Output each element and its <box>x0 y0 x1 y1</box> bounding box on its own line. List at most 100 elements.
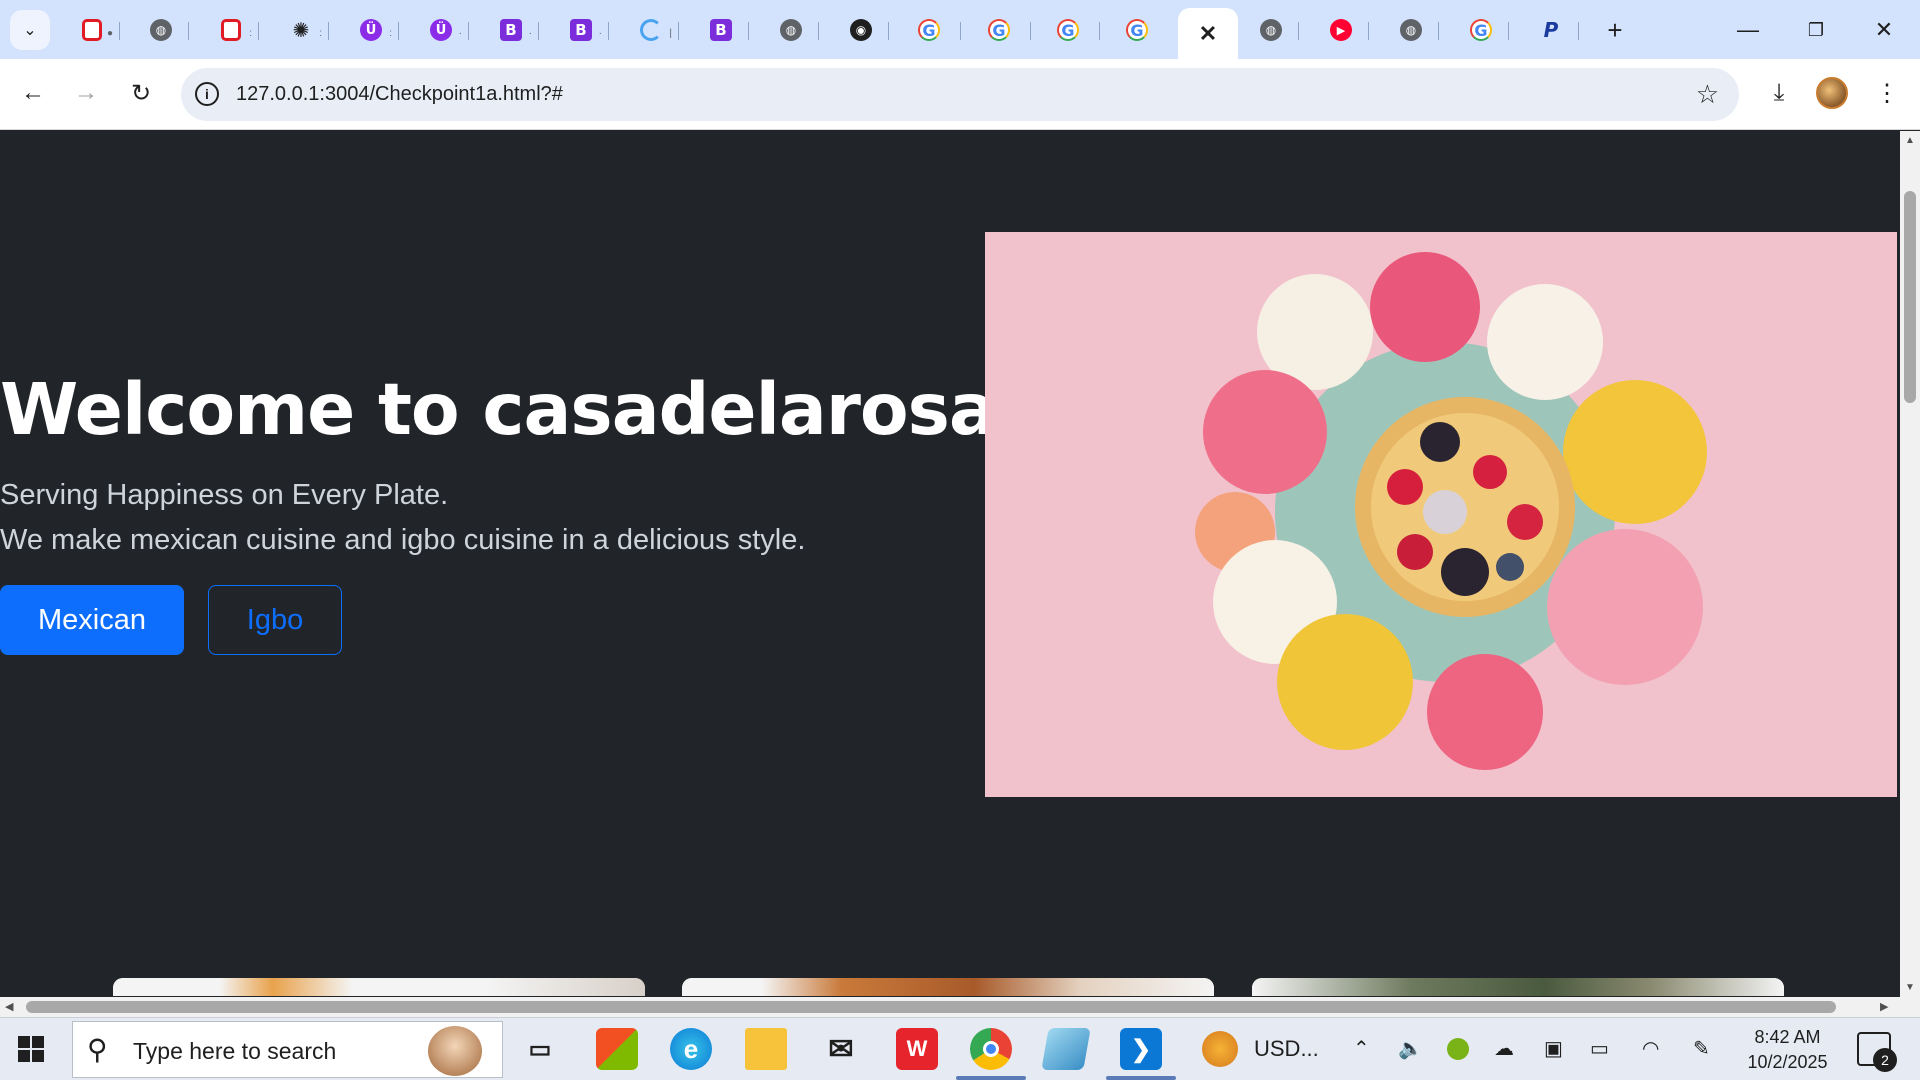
forward-button[interactable]: → <box>66 73 106 113</box>
mexican-button[interactable]: Mexican <box>0 585 184 655</box>
tab-search-button[interactable]: ⌄ <box>10 10 50 50</box>
restore-icon: ❐ <box>1807 19 1825 40</box>
menu-card-3[interactable] <box>1252 978 1784 996</box>
search-highlight-image <box>428 1026 482 1076</box>
clock-date: 10/2/2025 <box>1747 1052 1828 1072</box>
speaker-icon[interactable]: 🔈 <box>1398 1036 1423 1061</box>
new-tab-button[interactable]: + <box>1597 12 1633 48</box>
taskbar-search[interactable]: ⚲ Type here to search <box>72 1021 503 1078</box>
system-clock[interactable]: 8:42 AM 10/2/2025 <box>1740 1025 1835 1075</box>
horizontal-scroll-thumb[interactable] <box>26 1001 1836 1013</box>
tab-globe-4[interactable]: ◍ <box>1383 8 1439 52</box>
tab-google-3[interactable]: G <box>1036 8 1100 52</box>
app-tray-icon[interactable] <box>1447 1038 1469 1060</box>
scroll-down-icon[interactable]: ▼ <box>1905 982 1915 993</box>
tab-b-3[interactable]: B <box>693 8 749 52</box>
tab-google-1[interactable]: G <box>897 8 961 52</box>
tab-openai[interactable]: ✺: <box>273 8 329 52</box>
bookmark-star-icon[interactable]: ☆ <box>1696 79 1719 110</box>
menu-card-1[interactable] <box>113 978 645 996</box>
globe-icon: ◍ <box>780 19 802 41</box>
notepad-icon[interactable] <box>1041 1028 1091 1070</box>
minimize-button[interactable]: — <box>1720 10 1776 50</box>
tab-opera-2[interactable]: : <box>203 8 259 52</box>
pen-icon[interactable]: ✎ <box>1693 1036 1710 1061</box>
browser-tab-strip: ⌄ ● ◍ : ✺: Ü: Ü · B · B · | B ◍ ◉ G G G G <box>0 0 1920 59</box>
scroll-up-icon[interactable]: ▲ <box>1905 135 1915 146</box>
hero-title: Welcome to casadelarosa <box>0 368 997 451</box>
battery-icon[interactable]: ▭ <box>1590 1036 1609 1061</box>
chevron-up-icon[interactable]: ⌃ <box>1353 1036 1370 1061</box>
close-window-button[interactable]: ✕ <box>1856 10 1912 50</box>
downloads-button[interactable]: ⤓ <box>1759 73 1799 113</box>
mail-icon[interactable]: ✉ <box>820 1028 862 1070</box>
github-icon: ◉ <box>850 19 872 41</box>
b-icon: B <box>570 19 592 41</box>
tab-unicode-1[interactable]: Ü: <box>343 8 399 52</box>
vscode-icon[interactable]: ❯ <box>1120 1028 1162 1070</box>
loading-icon <box>640 19 662 41</box>
horizontal-scrollbar[interactable]: ◀ ▶ <box>0 997 1920 1017</box>
vertical-scroll-thumb[interactable] <box>1904 191 1916 403</box>
currency-widget-icon[interactable] <box>1202 1031 1238 1067</box>
hero-description: We make mexican cuisine and igbo cuisine… <box>0 524 806 556</box>
tab-globe-1[interactable]: ◍ <box>133 8 189 52</box>
restore-button[interactable]: ❐ <box>1788 10 1844 50</box>
tab-b-1[interactable]: B · <box>483 8 539 52</box>
scroll-right-icon[interactable]: ▶ <box>1880 1000 1888 1013</box>
menu-card-2[interactable] <box>682 978 1214 996</box>
flower-plate-illustration <box>985 232 1897 797</box>
address-bar[interactable]: i 127.0.0.1:3004/Checkpoint1a.html?# ☆ <box>181 68 1739 121</box>
profile-avatar[interactable] <box>1816 77 1848 109</box>
url-text[interactable]: 127.0.0.1:3004/Checkpoint1a.html?# <box>236 83 563 106</box>
wps-office-icon[interactable]: W <box>896 1028 938 1070</box>
notification-count: 2 <box>1873 1048 1897 1072</box>
card-image <box>682 978 1214 996</box>
globe-icon: ◍ <box>1400 19 1422 41</box>
minimize-icon: — <box>1737 17 1759 42</box>
igbo-button[interactable]: Igbo <box>208 585 342 655</box>
google-icon: G <box>918 19 940 41</box>
close-icon[interactable]: ✕ <box>1199 21 1217 47</box>
cloud-icon[interactable]: ☁ <box>1494 1036 1514 1061</box>
tab-youtube[interactable]: ▶ <box>1313 8 1369 52</box>
card-image <box>1252 978 1784 996</box>
hero-tagline: Serving Happiness on Every Plate. <box>0 479 449 511</box>
chrome-active-indicator <box>956 1076 1026 1080</box>
tab-google-2[interactable]: G <box>967 8 1031 52</box>
page-content: Welcome to casadelarosa Serving Happines… <box>0 131 1900 996</box>
arrow-left-icon: ← <box>21 79 45 106</box>
meet-icon[interactable]: ▣ <box>1544 1036 1563 1061</box>
tab-b-2[interactable]: B · <box>553 8 609 52</box>
download-icon: ⤓ <box>1773 79 1785 106</box>
microsoft-store-icon[interactable] <box>596 1028 638 1070</box>
more-vertical-icon: ⋮ <box>1875 79 1899 107</box>
tab-opera-1[interactable]: ● <box>64 8 120 52</box>
tab-globe-3[interactable]: ◍ <box>1243 8 1299 52</box>
tab-google-4[interactable]: G <box>1105 8 1169 52</box>
google-icon: G <box>1470 19 1492 41</box>
wifi-icon[interactable]: ◠ <box>1642 1036 1659 1061</box>
site-info-icon[interactable]: i <box>195 82 219 106</box>
tab-loading[interactable]: | <box>623 8 679 52</box>
edge-icon[interactable]: e <box>670 1028 712 1070</box>
currency-widget-text[interactable]: USD... <box>1254 1036 1319 1062</box>
tab-paypal[interactable]: P <box>1523 8 1579 52</box>
youtube-icon: ▶ <box>1330 19 1352 41</box>
vertical-scrollbar[interactable]: ▲ ▼ <box>1900 131 1920 997</box>
back-button[interactable]: ← <box>13 73 53 113</box>
file-explorer-icon[interactable] <box>745 1028 787 1070</box>
reload-button[interactable]: ↻ <box>121 73 161 113</box>
browser-menu-button[interactable]: ⋮ <box>1867 73 1907 113</box>
chrome-icon[interactable] <box>970 1028 1012 1070</box>
card-image <box>113 978 645 996</box>
notification-center-button[interactable]: 2 <box>1857 1032 1897 1072</box>
start-button[interactable] <box>18 1036 44 1062</box>
tab-active[interactable]: ✕ <box>1178 8 1238 59</box>
scroll-left-icon[interactable]: ◀ <box>5 1000 13 1013</box>
tab-google-5[interactable]: G <box>1453 8 1509 52</box>
tab-unicode-2[interactable]: Ü · <box>413 8 469 52</box>
task-view-icon[interactable]: ▭ <box>519 1028 561 1070</box>
tab-globe-2[interactable]: ◍ <box>763 8 819 52</box>
tab-github[interactable]: ◉ <box>833 8 889 52</box>
